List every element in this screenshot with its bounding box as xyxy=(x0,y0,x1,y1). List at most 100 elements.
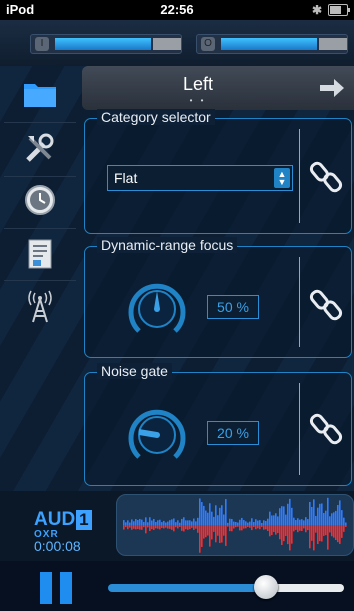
waveform-bar-negative xyxy=(305,525,307,533)
clock-label: 22:56 xyxy=(160,2,194,17)
link-icon[interactable] xyxy=(309,411,345,447)
battery-icon xyxy=(328,4,350,16)
waveform-bar-positive xyxy=(177,520,179,525)
waveform-bar-positive xyxy=(125,522,127,525)
status-bar: iPod 22:56 ✱ xyxy=(0,0,354,20)
waveform-bar-negative xyxy=(219,525,221,543)
waveform-bar-positive xyxy=(261,522,263,525)
waveform-bar-positive xyxy=(255,519,257,525)
waveform-bar-positive xyxy=(329,516,331,525)
waveform-bar-positive xyxy=(331,513,333,525)
link-icon[interactable] xyxy=(309,159,345,195)
waveform-bar-positive xyxy=(283,506,285,525)
sidebar-item-document[interactable] xyxy=(22,236,58,272)
waveform-bar-positive xyxy=(251,518,253,525)
waveform-bar-negative xyxy=(231,525,233,532)
waveform-bar-negative xyxy=(235,525,237,528)
arrow-right-icon[interactable] xyxy=(318,78,346,98)
noise-gate-knob[interactable] xyxy=(125,403,189,467)
waveform-bar-positive xyxy=(279,508,281,525)
clock-icon xyxy=(25,185,55,215)
waveform-bar-negative xyxy=(297,525,299,533)
waveform-bar-positive xyxy=(277,516,279,525)
waveform-bar-negative xyxy=(321,525,323,542)
sidebar-item-broadcast[interactable] xyxy=(22,288,58,324)
sidebar-item-history[interactable] xyxy=(22,182,58,218)
waveform-bar-positive xyxy=(203,505,205,525)
waveform-bar-positive xyxy=(171,519,173,525)
waveform-bar-positive xyxy=(223,514,225,525)
noise-gate-value[interactable]: 20 % xyxy=(207,421,259,445)
waveform-bar-negative xyxy=(251,525,253,531)
dynamic-range-section: Dynamic-range focus 50 % xyxy=(84,237,352,358)
link-icon[interactable] xyxy=(309,287,345,323)
pause-icon xyxy=(60,572,72,604)
waveform-bar-positive xyxy=(295,520,297,525)
waveform-bar-positive xyxy=(339,500,341,525)
playback-slider[interactable] xyxy=(108,584,344,592)
waveform-bar-positive xyxy=(195,521,197,525)
sidebar xyxy=(0,66,80,491)
waveform-bar-negative xyxy=(281,525,283,545)
waveform-bar-negative xyxy=(269,525,271,537)
waveform-bar-positive xyxy=(231,519,233,525)
waveform-display[interactable] xyxy=(116,494,354,556)
waveform-bar-positive xyxy=(127,520,129,525)
waveform-bar-negative xyxy=(141,525,143,530)
panel-header: Left • • xyxy=(82,66,354,110)
waveform-bar-negative xyxy=(261,525,263,528)
waveform-bar-negative xyxy=(313,525,315,551)
sidebar-item-tools[interactable] xyxy=(22,130,58,166)
waveform-bar-negative xyxy=(337,525,339,543)
waveform-bar-negative xyxy=(307,525,309,531)
waveform-bar-positive xyxy=(157,520,159,525)
waveform-bar-negative xyxy=(181,525,183,531)
section-divider xyxy=(299,383,300,475)
waveform-bar-negative xyxy=(225,525,227,546)
waveform-bar-positive xyxy=(335,510,337,525)
waveform-bar-negative xyxy=(217,525,219,536)
waveform-bar-positive xyxy=(183,517,185,525)
dynamic-range-knob[interactable] xyxy=(125,277,189,341)
waveform-bar-negative xyxy=(159,525,161,530)
waveform-bar-negative xyxy=(301,525,303,531)
waveform-bar-negative xyxy=(211,525,213,540)
waveform-bar-positive xyxy=(313,499,315,525)
left-level-fill xyxy=(55,38,151,50)
waveform-bar-positive xyxy=(237,522,239,525)
waveform-bar-negative xyxy=(125,525,127,528)
waveform-bar-negative xyxy=(335,525,337,540)
waveform-bar-negative xyxy=(149,525,151,531)
waveform-bar-positive xyxy=(323,512,325,525)
waveform-bar-positive xyxy=(187,520,189,525)
waveform-bar-positive xyxy=(301,519,303,525)
waveform-bar-positive xyxy=(257,520,259,525)
section-divider xyxy=(299,129,300,223)
waveform-bar-positive xyxy=(327,497,329,525)
left-channel-icon: I xyxy=(35,37,49,51)
pause-button[interactable] xyxy=(40,572,74,604)
waveform-bar-positive xyxy=(247,522,249,525)
dynamic-range-value[interactable]: 50 % xyxy=(207,295,259,319)
playback-slider-thumb[interactable] xyxy=(254,575,279,599)
waveform-bar-negative xyxy=(163,525,165,529)
waveform-bar-positive xyxy=(209,503,211,525)
waveform-bar-positive xyxy=(175,522,177,525)
waveform-bar-positive xyxy=(215,505,217,525)
waveform-bar-negative xyxy=(183,525,185,532)
waveform-bar-negative xyxy=(299,525,301,531)
category-select[interactable]: Flat ▲ ▼ xyxy=(107,165,293,191)
waveform-bar-positive xyxy=(235,521,237,525)
waveform-bar-positive xyxy=(193,518,195,525)
waveform-bar-negative xyxy=(285,525,287,537)
waveform-bar-positive xyxy=(123,520,125,525)
waveform-bar-positive xyxy=(275,513,277,525)
waveform-bar-positive xyxy=(259,520,261,525)
sidebar-item-files[interactable] xyxy=(22,76,58,112)
left-level-peak xyxy=(153,38,181,50)
waveform-bar-negative xyxy=(331,525,333,537)
pause-icon xyxy=(40,572,52,604)
waveform-bar-positive xyxy=(163,520,165,525)
waveform-bar-negative xyxy=(135,525,137,530)
right-level-fill xyxy=(221,38,317,50)
